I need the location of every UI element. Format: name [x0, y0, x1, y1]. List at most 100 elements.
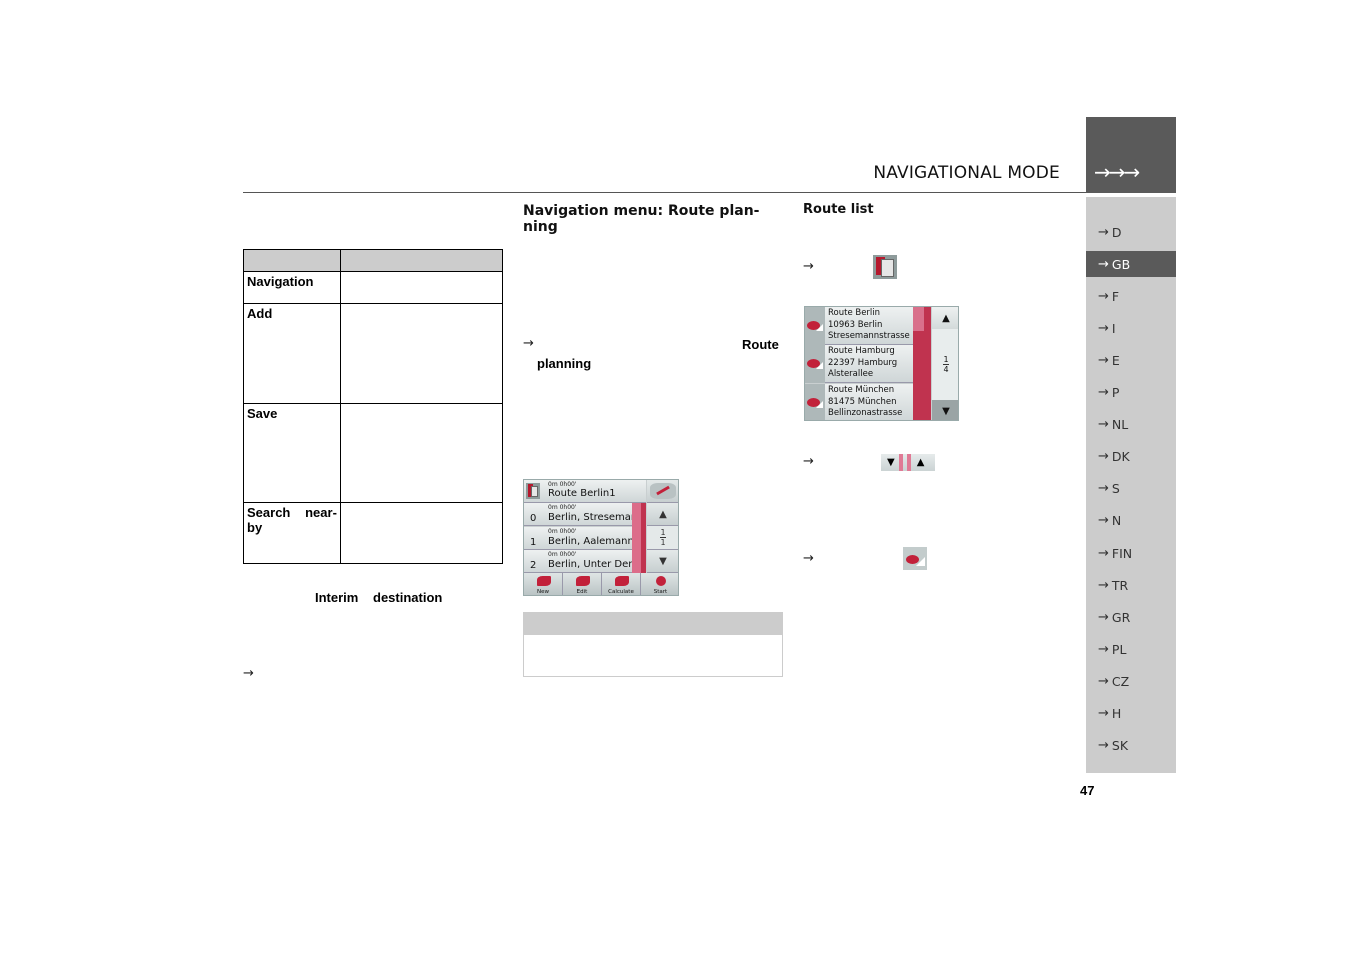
route-list-icon [526, 483, 540, 499]
sidebar-item-label: SK [1111, 738, 1129, 754]
step-arrow-icon: → [523, 336, 534, 351]
sidebar-item-cz[interactable]: → CZ [1086, 668, 1176, 694]
sidebar-item-d[interactable]: → D [1086, 219, 1176, 245]
arrow-icon: → [1098, 288, 1109, 304]
arrow-icon: → [1098, 256, 1109, 272]
sidebar-item-i[interactable]: → I [1086, 315, 1176, 341]
route-list-heading: Route list [803, 202, 874, 217]
sidebar-item-h[interactable]: → H [1086, 701, 1176, 727]
sidebar-item-label: E [1111, 352, 1120, 368]
sidebar-item-tr[interactable]: → TR [1086, 572, 1176, 598]
description-cell [339, 502, 504, 564]
up-arrow-icon: ▲ [916, 457, 925, 468]
route-header-row[interactable]: 0m 0h00' Route Berlin1 [524, 480, 646, 503]
table-row: Search near- by [243, 502, 504, 564]
section-heading: Navigation menu: Route plan- ning [523, 203, 760, 235]
sidebar-item-nl[interactable]: → NL [1086, 412, 1176, 438]
header-rule [243, 192, 1086, 193]
description-cell [339, 403, 504, 503]
note-box [523, 612, 783, 677]
language-sidebar: → D → GB → F → I → E → P → NL → DK → S → N → FIN → TR → GR → PL → CZ →… [1086, 197, 1176, 773]
edit-route-icon [576, 576, 590, 586]
arrow-icon: → [1098, 449, 1109, 465]
calculate-route-icon [615, 576, 629, 586]
sidebar-item-fin[interactable]: → FIN [1086, 540, 1176, 566]
route-planning-screen: 0m 0h00' Route Berlin1 0m 0h00' 0 Berlin… [523, 479, 679, 596]
start-route-icon [656, 576, 666, 586]
scroll-up-button[interactable]: ▲ [932, 307, 958, 329]
arrow-icon: → [1098, 738, 1109, 754]
up-arrow-icon: ▲ [942, 312, 950, 324]
up-arrow-icon: ▲ [659, 508, 667, 520]
step-arrow-icon: → [803, 454, 814, 469]
map-overview-icon[interactable] [647, 480, 678, 503]
route-list-item[interactable]: Route Hamburg 22397 Hamburg Alsterallee [805, 345, 913, 383]
function-table: Navigation Add Save Search near- by [243, 249, 504, 564]
load-route-icon[interactable] [805, 345, 825, 383]
route-list-screen: Route Berlin 10963 Berlin Stresemannstra… [804, 306, 959, 421]
scroll-down-button[interactable]: ▼ [932, 400, 958, 420]
arrow-icon: → [1098, 545, 1109, 561]
arrow-icon: → [1098, 577, 1109, 593]
down-arrow-icon: ▼ [942, 405, 950, 417]
sidebar-item-label: TR [1111, 577, 1129, 593]
sidebar-item-pl[interactable]: → PL [1086, 636, 1176, 662]
load-route-icon[interactable] [805, 384, 825, 420]
arrow-icon: → [1098, 609, 1109, 625]
sidebar-item-label: CZ [1111, 673, 1130, 689]
arrow-icon: → [1098, 641, 1109, 657]
sidebar-item-label: F [1111, 288, 1120, 304]
sidebar-item-n[interactable]: → N [1086, 508, 1176, 534]
sidebar-item-label: N [1111, 513, 1122, 529]
calculate-button[interactable]: Calculate [602, 573, 641, 595]
sidebar-item-label: P [1111, 385, 1120, 400]
sidebar-item-f[interactable]: → F [1086, 283, 1176, 309]
sidebar-item-gr[interactable]: → GR [1086, 604, 1176, 630]
load-route-icon [903, 547, 927, 570]
route-label: Route [742, 337, 779, 352]
scroll-arrows-icon: ▼ ▲ [881, 454, 935, 471]
sidebar-item-p[interactable]: → P [1086, 380, 1176, 406]
edit-button[interactable]: Edit [563, 573, 602, 595]
arrows-icon: →→→ [1094, 160, 1140, 184]
route-stop-row[interactable]: 0m 0h00' 0 Berlin, Stresemann. [524, 503, 647, 526]
step-arrow-icon: → [803, 551, 814, 566]
sidebar-item-label: PL [1111, 641, 1127, 657]
sidebar-item-sk[interactable]: → SK [1086, 733, 1176, 759]
sidebar-item-label: DK [1111, 449, 1130, 465]
page-number: 47 [1080, 783, 1095, 798]
step-arrow-icon: → [803, 259, 814, 274]
sidebar-item-label: S [1111, 481, 1120, 497]
route-list-icon [873, 255, 897, 279]
sidebar-item-label: GR [1111, 609, 1131, 625]
sidebar-item-dk[interactable]: → DK [1086, 444, 1176, 470]
route-list-item[interactable]: Route Berlin 10963 Berlin Stresemannstra… [805, 307, 913, 345]
note-header [524, 613, 782, 635]
table-row: Save [243, 403, 504, 503]
new-button[interactable]: New [524, 573, 563, 595]
table-header-row [243, 249, 504, 272]
start-button[interactable]: Start [641, 573, 678, 595]
step-arrow-icon: → [243, 666, 254, 681]
function-cell: Add [243, 303, 341, 404]
interim-label-1: Interim [315, 590, 359, 605]
page-indicator: 11 [647, 526, 678, 550]
sidebar-item-e[interactable]: → E [1086, 347, 1176, 373]
sidebar-item-gb[interactable]: → GB [1086, 251, 1176, 278]
scroll-down-button[interactable]: ▼ [647, 550, 678, 573]
new-route-icon [537, 576, 551, 586]
table-row: Add [243, 303, 504, 404]
route-stop-row[interactable]: 0m 0h00' 1 Berlin, Aalemannuf. [524, 527, 646, 550]
scrollbar-thumb[interactable] [913, 307, 924, 331]
table-row: Navigation [243, 271, 504, 304]
sidebar-item-s[interactable]: → S [1086, 476, 1176, 502]
arrow-icon: → [1098, 320, 1109, 336]
scroll-up-button[interactable]: ▲ [647, 503, 678, 526]
route-list-item[interactable]: Route München 81475 München Bellinzonast… [805, 384, 913, 420]
page-indicator: 14 [932, 329, 958, 400]
down-arrow-icon: ▼ [887, 457, 895, 468]
function-cell: Navigation [243, 271, 341, 304]
load-route-icon[interactable] [805, 307, 825, 345]
description-cell [339, 271, 504, 304]
route-stop-row[interactable]: 0m 0h00' 2 Berlin, Unter Den L. [524, 550, 647, 573]
